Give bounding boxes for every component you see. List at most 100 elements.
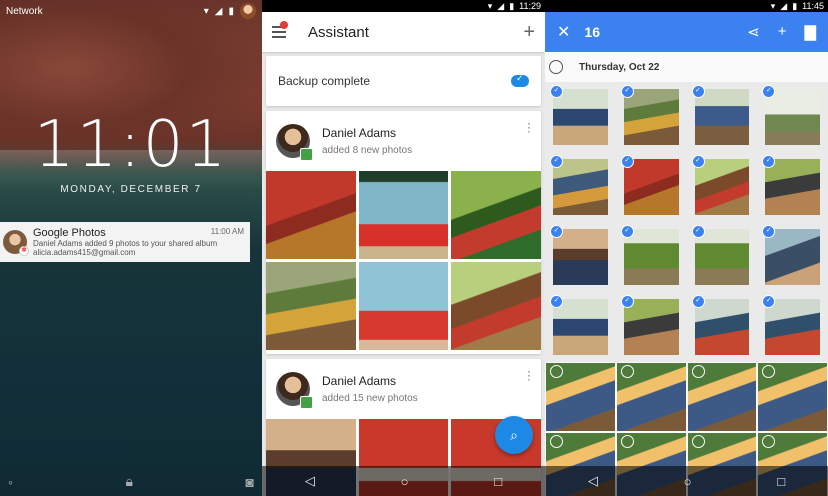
unchecked-icon[interactable] — [550, 365, 563, 378]
check-icon[interactable]: ✓ — [691, 85, 705, 98]
more-vert-icon[interactable]: · · · — [527, 365, 531, 385]
check-icon[interactable]: ✓ — [691, 225, 705, 238]
shared-album-card[interactable]: Daniel Adams added 8 new photos · · · — [266, 111, 541, 354]
wifi-icon: ▾ — [770, 0, 776, 11]
notification-title: Google Photos — [33, 227, 106, 239]
lock-bottom-bar: ◦ 🔒︎ ◙ — [0, 473, 262, 490]
notification-avatar: ✱ — [3, 230, 29, 256]
photo-tile[interactable] — [615, 362, 687, 432]
select-day-checkbox[interactable] — [549, 60, 563, 74]
battery-icon: ▮ — [509, 0, 515, 11]
lock-screen: Network ▾ ◢ ▮ 11:01 MONDAY, DECEMBER 7 ✱… — [0, 0, 262, 496]
photo-tile[interactable]: ✓ — [545, 222, 616, 292]
back-icon[interactable]: ◁ — [588, 473, 598, 489]
unchecked-icon[interactable] — [620, 365, 634, 378]
lock-clock: 11:01 — [33, 108, 229, 182]
battery-icon: ▮ — [228, 5, 234, 17]
selected-count: 16 — [584, 24, 600, 40]
search-button[interactable]: ⌕ — [495, 416, 533, 454]
photo-tile[interactable]: ✓ — [545, 82, 616, 152]
page-title: Assistant — [308, 23, 369, 41]
check-icon[interactable]: ✓ — [620, 295, 634, 308]
status-time: 11:45 — [802, 1, 824, 11]
check-icon[interactable]: ✓ — [550, 225, 563, 238]
photo-tile[interactable]: ✓ — [615, 222, 687, 292]
unchecked-icon[interactable] — [691, 365, 705, 378]
more-vert-icon[interactable]: · · · — [527, 117, 531, 137]
cloud-done-icon — [511, 73, 529, 87]
nav-bar: ◁ ○ □ — [545, 466, 828, 496]
photo-tile[interactable]: ✓ — [615, 82, 687, 152]
check-icon[interactable]: ✓ — [620, 85, 634, 98]
signal-icon: ◢ — [214, 5, 223, 17]
card-author: Daniel Adams — [322, 126, 397, 140]
photo-thumbnail[interactable] — [451, 171, 541, 259]
check-icon[interactable]: ✓ — [550, 295, 563, 308]
trash-icon[interactable]: ▇ — [804, 23, 816, 41]
unchecked-icon[interactable] — [691, 435, 705, 448]
plus-icon[interactable]: + — [523, 21, 535, 44]
notification-account: alicia.adams415@gmail.com — [33, 248, 136, 257]
selection-screen: ▾ ◢ ▮ 11:45 ✕ 16 ⋖ + ▇ Thursday, Oct 22 … — [545, 0, 828, 496]
photo-tile[interactable]: ✓ — [686, 152, 758, 222]
close-icon[interactable]: ✕ — [557, 22, 570, 42]
check-icon[interactable]: ✓ — [691, 155, 705, 168]
photo-tile[interactable] — [545, 362, 616, 432]
check-icon[interactable]: ✓ — [620, 225, 634, 238]
plus-icon[interactable]: + — [778, 23, 787, 41]
lock-icon[interactable]: 🔒︎ — [126, 473, 133, 490]
photo-tile[interactable]: ✓ — [757, 82, 828, 152]
photo-thumbnail[interactable] — [266, 171, 356, 259]
signal-icon: ◢ — [780, 0, 788, 11]
assistant-screen: ▾ ◢ ▮ 11:29 Assistant + Backup complete … — [262, 0, 545, 496]
card-author: Daniel Adams — [322, 374, 397, 388]
screens: Network ▾ ◢ ▮ 11:01 MONDAY, DECEMBER 7 ✱… — [0, 0, 828, 496]
wifi-icon: ▾ — [487, 0, 493, 11]
back-icon[interactable]: ◁ — [305, 473, 315, 489]
avatar — [276, 124, 313, 161]
photo-tile[interactable]: ✓ — [545, 292, 616, 362]
recents-icon[interactable]: □ — [777, 474, 785, 489]
photo-tile[interactable] — [757, 362, 828, 432]
photo-tile[interactable]: ✓ — [686, 292, 758, 362]
photo-tile[interactable]: ✓ — [686, 222, 758, 292]
card-subtitle: added 8 new photos — [322, 145, 413, 156]
photos-notification[interactable]: ✱ Google Photos 11:00 AM Daniel Adams ad… — [0, 222, 250, 262]
photo-tile[interactable] — [686, 362, 758, 432]
photo-tile[interactable]: ✓ — [545, 152, 616, 222]
app-bar: Assistant + — [262, 12, 545, 52]
photo-tile[interactable]: ✓ — [757, 292, 828, 362]
recents-icon[interactable]: □ — [494, 474, 502, 489]
share-icon[interactable]: ⋖ — [747, 23, 760, 41]
unchecked-icon[interactable] — [550, 435, 563, 448]
backup-status: Backup complete — [278, 74, 371, 88]
check-icon[interactable]: ✓ — [550, 155, 563, 168]
check-icon[interactable]: ✓ — [691, 295, 705, 308]
unchecked-icon[interactable] — [620, 435, 634, 448]
photo-tile[interactable]: ✓ — [757, 222, 828, 292]
check-icon[interactable]: ✓ — [550, 85, 563, 98]
status-time: 11:29 — [519, 1, 541, 11]
photo-tile[interactable]: ✓ — [615, 152, 687, 222]
photo-tile[interactable]: ✓ — [615, 292, 687, 362]
avatar — [276, 372, 313, 409]
user-avatar[interactable] — [240, 3, 256, 19]
menu-icon[interactable] — [272, 21, 288, 38]
backup-card[interactable]: Backup complete — [266, 56, 541, 106]
photo-thumbnail[interactable] — [358, 171, 449, 259]
selection-bar: ✕ 16 ⋖ + ▇ — [545, 12, 828, 52]
camera-icon[interactable]: ◙ — [246, 474, 254, 490]
search-icon: ⌕ — [510, 426, 518, 443]
wifi-icon: ▾ — [203, 5, 209, 17]
photo-tile[interactable]: ✓ — [757, 152, 828, 222]
home-icon[interactable]: ○ — [401, 474, 409, 489]
photo-thumbnail[interactable] — [451, 262, 541, 350]
home-icon[interactable]: ○ — [684, 474, 692, 489]
phone-icon[interactable]: ◦ — [8, 474, 13, 490]
signal-icon: ◢ — [497, 0, 505, 11]
photo-tile[interactable]: ✓ — [686, 82, 758, 152]
date-header: Thursday, Oct 22 — [545, 52, 828, 82]
photo-thumbnail[interactable] — [358, 262, 449, 350]
check-icon[interactable]: ✓ — [620, 155, 634, 168]
photo-thumbnail[interactable] — [266, 262, 356, 350]
